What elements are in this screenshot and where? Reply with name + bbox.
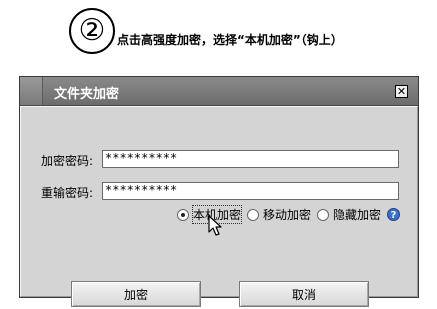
- close-icon[interactable]: ✕: [395, 85, 408, 98]
- confirm-password-input[interactable]: **********: [102, 182, 399, 200]
- encrypt-button[interactable]: 加密: [71, 281, 201, 307]
- password-input[interactable]: **********: [102, 150, 399, 168]
- cancel-button[interactable]: 取消: [239, 281, 369, 307]
- folder-encrypt-dialog: 文件夹加密 ✕ 加密密码: ********** 重输密码: *********…: [19, 76, 419, 307]
- help-icon[interactable]: ?: [387, 208, 401, 221]
- mouse-pointer-icon: [208, 215, 222, 236]
- confirm-password-label: 重输密码:: [41, 186, 94, 200]
- dialog-body: 加密密码: ********** 重输密码: ********** 本机加密 移…: [20, 106, 418, 307]
- dialog-title: 文件夹加密: [54, 87, 120, 102]
- dialog-titlebar[interactable]: 文件夹加密 ✕: [20, 77, 418, 106]
- option-hidden-encrypt-label[interactable]: 隐藏加密: [333, 206, 381, 223]
- step-instruction: 点击高强度加密，选择“本机加密”（钩上）: [117, 33, 343, 47]
- option-mobile-encrypt-label[interactable]: 移动加密: [263, 206, 311, 223]
- password-label: 加密密码:: [41, 154, 94, 168]
- radio-local-encrypt[interactable]: [177, 208, 189, 221]
- radio-mobile-encrypt[interactable]: [247, 208, 260, 221]
- step-number: ②: [69, 8, 115, 54]
- radio-hidden-encrypt[interactable]: [317, 208, 330, 221]
- titlebar-accent: [20, 77, 43, 105]
